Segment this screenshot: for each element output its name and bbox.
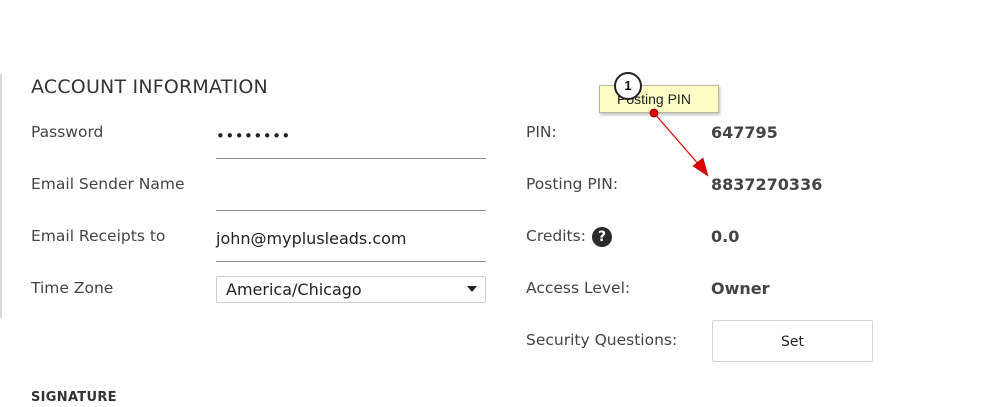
pin-label: PIN: xyxy=(526,123,557,141)
password-field[interactable]: •••••••• xyxy=(216,125,486,159)
access-level-label: Access Level: xyxy=(526,279,631,297)
email-receipts-value: john@myplusleads.com xyxy=(216,229,407,248)
time-zone-label: Time Zone xyxy=(31,279,114,297)
annotation-arrow-line xyxy=(653,112,701,167)
security-questions-label: Security Questions: xyxy=(526,331,678,349)
time-zone-value: America/Chicago xyxy=(226,280,362,299)
chevron-down-icon xyxy=(467,286,477,292)
left-border xyxy=(0,74,2,318)
time-zone-select[interactable]: America/Chicago xyxy=(216,276,486,303)
annotation-arrow-head xyxy=(692,157,709,177)
password-value: •••••••• xyxy=(216,127,291,145)
email-receipts-field[interactable]: john@myplusleads.com xyxy=(216,228,486,262)
section-title-signature: SIGNATURE xyxy=(31,390,117,405)
posting-pin-label: Posting PIN: xyxy=(526,175,619,193)
posting-pin-value: 8837270336 xyxy=(711,175,823,194)
section-title-account-information: ACCOUNT INFORMATION xyxy=(31,76,268,98)
email-sender-name-field[interactable] xyxy=(216,177,486,211)
email-receipts-label: Email Receipts to xyxy=(31,227,166,245)
credits-label: Credits: xyxy=(526,227,586,245)
question-circle-icon[interactable]: ? xyxy=(592,227,612,247)
credits-value: 0.0 xyxy=(711,227,740,246)
pin-value: 647795 xyxy=(711,123,778,142)
password-label: Password xyxy=(31,123,104,141)
access-level-value: Owner xyxy=(711,279,770,298)
annotation-step-badge: 1 xyxy=(614,72,642,100)
email-sender-name-label: Email Sender Name xyxy=(31,175,185,193)
security-questions-set-button[interactable]: Set xyxy=(712,320,873,362)
